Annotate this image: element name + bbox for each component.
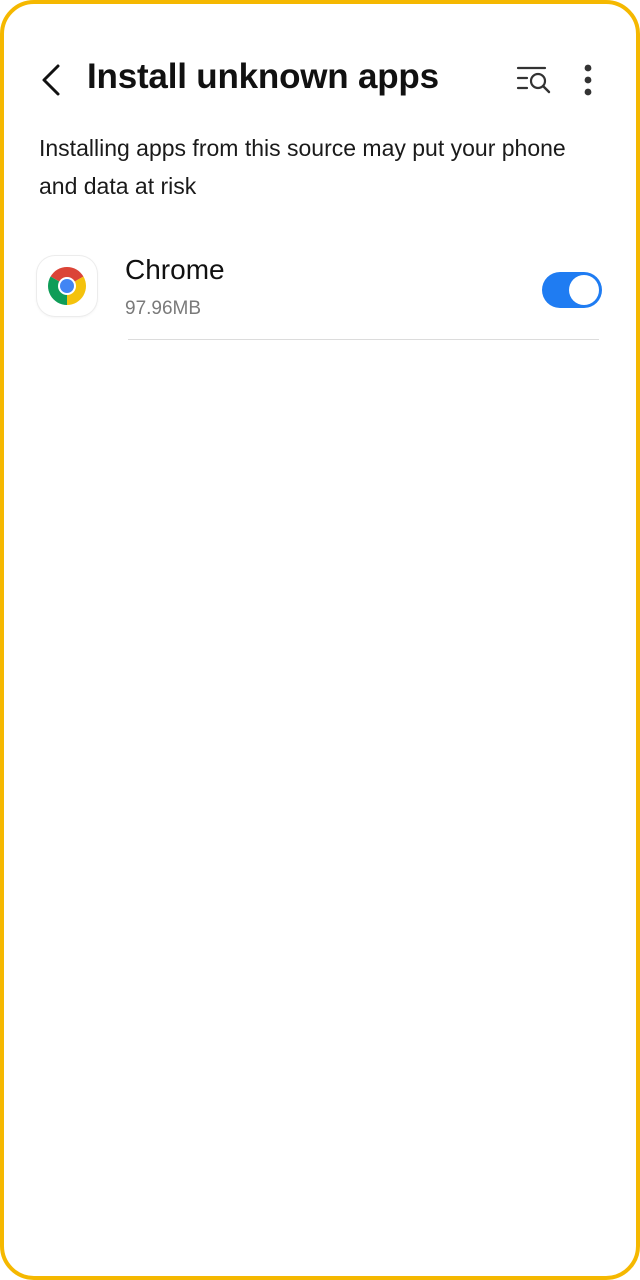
more-options-button[interactable] <box>570 58 606 102</box>
more-vertical-icon <box>584 64 592 96</box>
page-title: Install unknown apps <box>87 57 439 96</box>
list-search-icon <box>516 66 551 94</box>
toggle-knob <box>569 275 599 305</box>
app-name: Chrome <box>125 254 225 285</box>
app-bar: Install unknown apps <box>4 44 636 116</box>
search-button[interactable] <box>510 58 558 102</box>
divider <box>128 339 599 340</box>
screen: Install unknown apps Installing apps fro… <box>0 0 640 1280</box>
back-button[interactable] <box>28 54 76 106</box>
chevron-left-icon <box>42 64 60 96</box>
allow-install-toggle[interactable] <box>542 272 602 308</box>
warning-description: Installing apps from this source may put… <box>39 135 566 199</box>
chrome-icon <box>37 256 97 316</box>
app-size: 97.96MB <box>125 298 202 319</box>
app-list-item[interactable]: Chrome 97.96MB <box>4 244 636 340</box>
